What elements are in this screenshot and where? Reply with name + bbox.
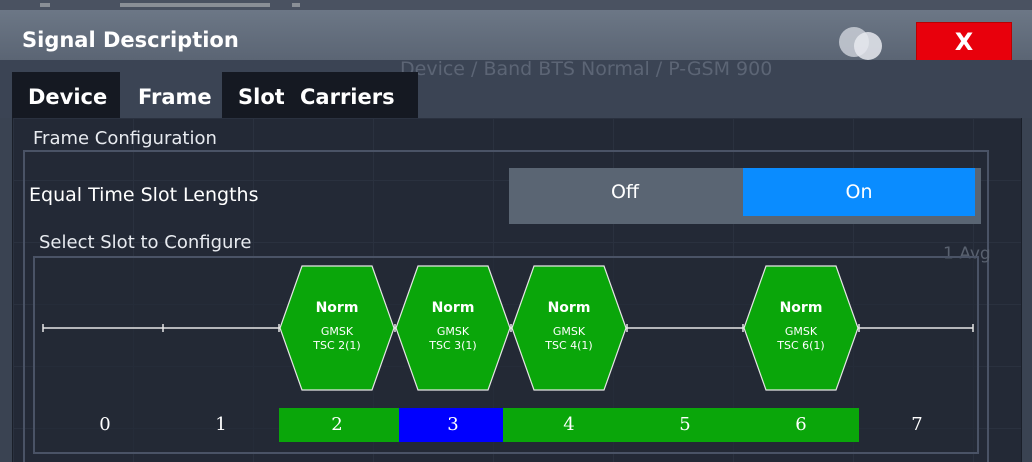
overlap-bubbles-icon [839,27,882,60]
equal-time-slot-lengths-label: Equal Time Slot Lengths [29,184,259,206]
slot-number-6[interactable]: 6 [743,410,859,440]
slot-number-2[interactable]: 2 [279,410,395,440]
burst-modulation-label: GMSK [321,325,354,338]
tab-device-label: Device [28,85,108,109]
close-button[interactable]: X [916,22,1012,62]
dialog-title: Signal Description [22,28,239,52]
slot-selector: Norm GMSK TSC 2(1) Norm GMSK TSC 3(1) Norm GMSK… [33,256,979,454]
title-bar[interactable]: Signal Description X [0,10,1032,62]
signal-description-dialog: Signal Description X Device / Band BTS N… [0,0,1032,462]
tab-carriers-label: Carriers [300,85,395,109]
tab-frame-label: Frame [138,85,212,109]
tab-frame[interactable]: Frame [122,72,222,118]
slot-number-7[interactable]: 7 [859,410,975,440]
burst-tsc-label: TSC 3(1) [428,339,476,352]
slot-number-3[interactable]: 3 [395,410,511,440]
background-device-band-text: Device / Band BTS Normal / P-GSM 900 [400,58,773,80]
burst-tsc-label: TSC 4(1) [544,339,592,352]
burst-slot-4[interactable]: Norm GMSKTSC 4(1) [511,265,627,391]
frame-tab-content: Frame Configuration Equal Time Slot Leng… [12,118,1022,462]
tab-bar: Device / Band BTS Normal / P-GSM 900 Dev… [0,58,1032,118]
burst-type-label: Norm [548,300,591,316]
tab-slot-label: Slot [238,85,285,109]
burst-tsc-label: TSC 6(1) [776,339,824,352]
toggle-off-option[interactable]: Off [509,168,741,216]
tab-carriers[interactable]: Carriers [284,72,418,118]
burst-slot-6[interactable]: Norm GMSKTSC 6(1) [743,265,859,391]
top-strip [0,0,1032,10]
burst-modulation-label: GMSK [553,325,586,338]
select-slot-label: Select Slot to Configure [39,232,252,253]
burst-slot-3[interactable]: Norm GMSKTSC 3(1) [395,265,511,391]
burst-type-label: Norm [316,300,359,316]
frame-configuration-label: Frame Configuration [33,128,217,149]
burst-type-label: Norm [780,300,823,316]
tab-device[interactable]: Device [12,72,120,118]
slot-number-0[interactable]: 0 [47,410,163,440]
burst-modulation-label: GMSK [785,325,818,338]
toggle-on-option[interactable]: On [743,168,975,216]
tab-slot[interactable]: Slot [222,72,285,118]
slot-number-5[interactable]: 5 [627,410,743,440]
burst-tsc-label: TSC 2(1) [312,339,360,352]
burst-type-label: Norm [432,300,475,316]
equal-time-slot-toggle[interactable]: Off On [509,168,981,224]
close-icon: X [954,28,974,56]
burst-slot-2[interactable]: Norm GMSKTSC 2(1) [279,265,395,391]
slot-number-1[interactable]: 1 [163,410,279,440]
slot-number-4[interactable]: 4 [511,410,627,440]
burst-modulation-label: GMSK [437,325,470,338]
